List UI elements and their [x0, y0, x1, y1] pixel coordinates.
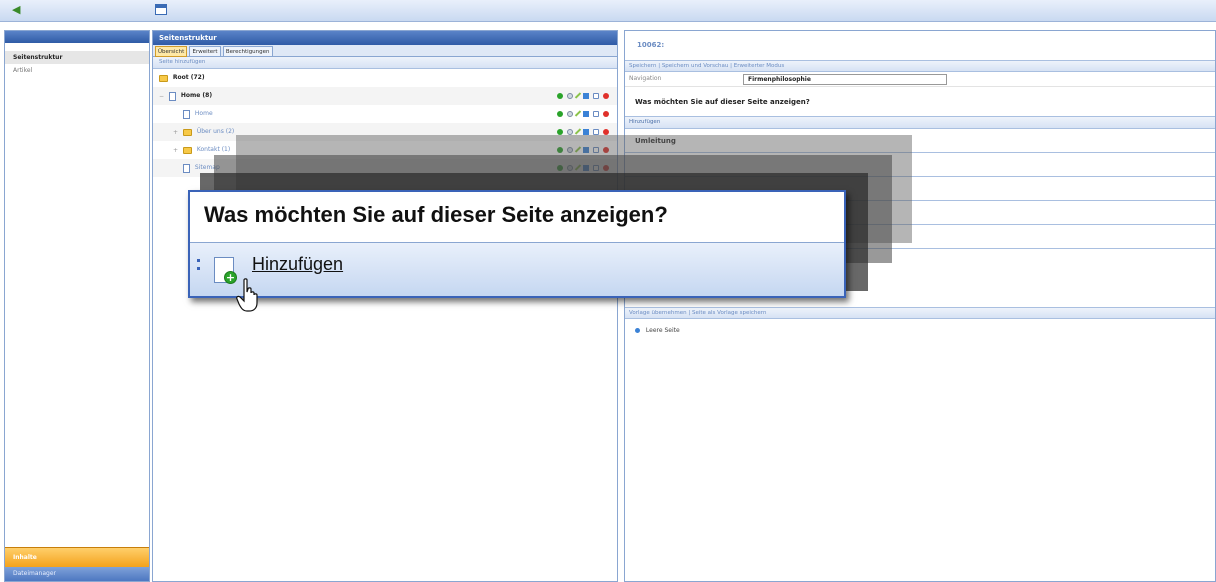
tree-row-home-folder[interactable]: − Home (8)	[153, 87, 617, 105]
page-icon	[183, 109, 190, 119]
add-content-bar: Hinzufügen	[625, 117, 1215, 129]
back-icon[interactable]: ◀	[12, 4, 26, 16]
delete-icon[interactable]	[603, 92, 609, 99]
folder-icon	[182, 128, 192, 136]
add-page-button[interactable]: Seite hinzufügen	[159, 59, 205, 65]
option-label: Leere Seite	[645, 327, 680, 334]
folder-icon	[159, 74, 168, 82]
tab-berechtigungen[interactable]: Berechtigungen	[222, 46, 273, 57]
callout-title: Was möchten Sie auf dieser Seite anzeige…	[204, 202, 668, 227]
left-nav-header	[5, 31, 149, 43]
status-online-icon[interactable]	[557, 110, 564, 117]
expand-icon[interactable]: +	[173, 142, 181, 160]
add-content-button[interactable]: Hinzufügen	[629, 119, 660, 125]
nav-section-inhalte[interactable]: Inhalte	[5, 547, 149, 567]
add-document-icon[interactable]: +	[214, 257, 237, 284]
row-actions	[555, 105, 609, 123]
copy-icon[interactable]	[593, 110, 600, 117]
page-editor-panel: 10062: Speichern | Speichern und Vorscha…	[624, 30, 1216, 582]
preview-icon[interactable]	[567, 92, 574, 99]
delete-icon[interactable]	[603, 128, 609, 135]
tree-label: Root (72)	[172, 74, 205, 81]
delete-icon[interactable]	[603, 110, 609, 117]
navigation-label: Navigation	[629, 75, 662, 82]
tab-uebersicht[interactable]: Übersicht	[155, 46, 188, 57]
status-online-icon[interactable]	[557, 128, 564, 135]
move-icon[interactable]	[583, 128, 590, 135]
editor-toolbar: Speichern | Speichern und Vorschau | Erw…	[625, 60, 1215, 72]
preview-icon[interactable]	[567, 128, 574, 135]
nav-section-dateimanager[interactable]: Dateimanager	[5, 567, 149, 581]
option-empty-page[interactable]: Leere Seite	[635, 327, 680, 334]
folder-icon	[182, 146, 192, 154]
nav-item-seitenstruktur[interactable]: Seitenstruktur	[5, 51, 149, 64]
tree-row-home-page[interactable]: Home	[153, 105, 617, 123]
window-icon[interactable]	[155, 4, 167, 15]
tree-row-root[interactable]: Root (72)	[153, 69, 617, 87]
zoom-callout: Was möchten Sie auf dieser Seite anzeige…	[188, 190, 846, 298]
nav-item-artikel[interactable]: Artikel	[5, 64, 149, 77]
callout-toolbar: + Hinzufügen	[190, 242, 844, 296]
save-as-template-button[interactable]: Seite als Vorlage speichern	[692, 310, 767, 316]
tree-label: Home	[194, 110, 213, 117]
apply-template-button[interactable]: Vorlage übernehmen	[629, 310, 687, 316]
expand-icon[interactable]: +	[173, 124, 181, 142]
copy-icon[interactable]	[593, 128, 600, 135]
collapse-icon[interactable]: −	[159, 88, 167, 106]
save-preview-button[interactable]: Speichern und Vorschau	[662, 63, 729, 69]
panel-title: Seitenstruktur	[153, 31, 617, 45]
page-icon	[168, 91, 176, 101]
content-question: Was möchten Sie auf dieser Seite anzeige…	[625, 87, 1215, 117]
page-id: 10062:	[637, 41, 665, 49]
grip-icon	[196, 257, 200, 275]
radio-icon[interactable]	[635, 328, 640, 333]
tab-bar: Übersicht Erweitert Berechtigungen	[153, 45, 617, 57]
top-toolbar: ◀	[0, 0, 1216, 22]
edit-icon[interactable]	[575, 128, 582, 135]
edit-icon[interactable]	[575, 92, 582, 99]
page-icon	[183, 163, 190, 173]
move-icon[interactable]	[583, 92, 590, 99]
left-navigation: Seitenstruktur Artikel Inhalte Dateimana…	[4, 30, 150, 582]
navigation-input[interactable]: Firmenphilosophie	[743, 74, 947, 85]
edit-icon[interactable]	[575, 110, 582, 117]
tree-label: Home (8)	[180, 92, 213, 99]
add-content-link[interactable]: Hinzufügen	[252, 254, 343, 275]
move-icon[interactable]	[583, 110, 590, 117]
row-actions	[555, 87, 609, 105]
advanced-mode-button[interactable]: Erweiterter Modus	[734, 63, 784, 69]
template-toolbar: Vorlage übernehmen | Seite als Vorlage s…	[625, 307, 1215, 319]
hand-cursor-icon	[236, 278, 258, 312]
tree-label: Kontakt (1)	[196, 146, 231, 153]
tab-erweitert[interactable]: Erweitert	[189, 46, 221, 57]
tree-label: Über uns (2)	[196, 128, 235, 135]
navigation-field-row: Navigation Firmenphilosophie	[625, 72, 1215, 87]
save-button[interactable]: Speichern	[629, 63, 656, 69]
copy-icon[interactable]	[593, 92, 600, 99]
status-online-icon[interactable]	[557, 92, 564, 99]
add-page-toolbar: Seite hinzufügen	[153, 57, 617, 69]
preview-icon[interactable]	[567, 110, 574, 117]
page-structure-panel: Seitenstruktur Übersicht Erweitert Berec…	[152, 30, 618, 582]
